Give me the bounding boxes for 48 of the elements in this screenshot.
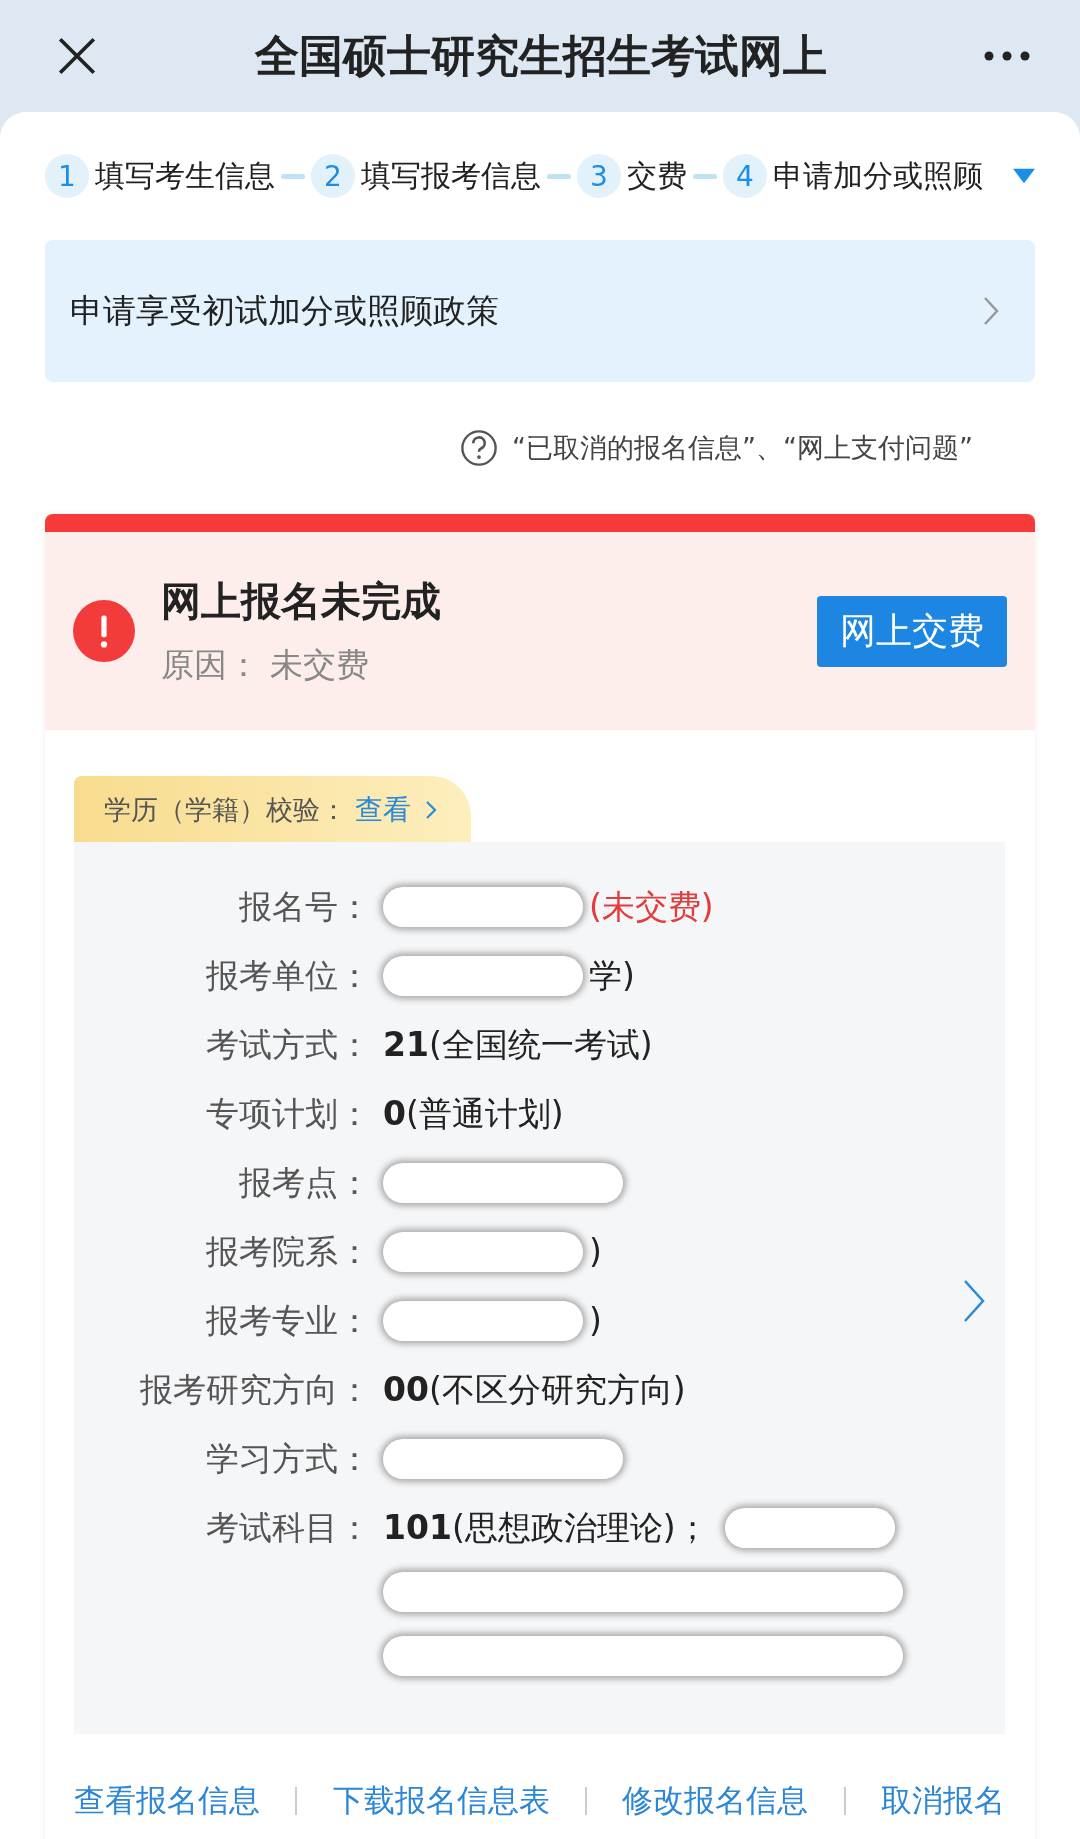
- step-connector: [281, 173, 305, 179]
- field-label: 报考点：: [238, 1162, 371, 1204]
- verification-label: 学历（学籍）校验：: [104, 793, 347, 827]
- step-label: 交费: [627, 156, 687, 195]
- step-label: 申请加分或照顾: [773, 156, 983, 195]
- field-value: 0(普通计划): [383, 1093, 564, 1135]
- step-number: 2: [311, 154, 355, 198]
- action-link[interactable]: 取消报名: [880, 1780, 1005, 1822]
- step-connector: [547, 173, 571, 179]
- action-link[interactable]: 修改报名信息: [622, 1780, 809, 1822]
- field-label: 报考院系：: [205, 1231, 371, 1273]
- chevron-right-icon[interactable]: [963, 1279, 985, 1323]
- field-label: 专项计划：: [205, 1093, 371, 1135]
- action-link[interactable]: 查看报名信息: [74, 1780, 260, 1822]
- field-value: 学): [589, 955, 635, 997]
- step-number: 3: [577, 154, 621, 198]
- field-label: 考试科目：: [205, 1507, 371, 1549]
- field-value: 101(思想政治理论)；: [383, 1507, 709, 1549]
- field-value: ): [589, 1231, 602, 1273]
- step-number: 1: [45, 154, 89, 198]
- step-label: 填写报考信息: [361, 156, 541, 195]
- help-icon[interactable]: [460, 429, 499, 467]
- field-label: 报考专业：: [205, 1300, 371, 1342]
- field-label: 学习方式：: [205, 1438, 371, 1480]
- step-number: 4: [723, 154, 767, 198]
- chevron-right-icon[interactable]: [425, 800, 437, 820]
- view-link[interactable]: 查看: [355, 791, 437, 829]
- page-title: 全国硕士研究生招生考试网上: [254, 28, 828, 83]
- step-label: 填写考生信息: [95, 156, 275, 195]
- warning-icon: [73, 600, 135, 662]
- help-link[interactable]: “已取消的报名信息”、“网上支付问题”: [512, 430, 973, 466]
- more-icon[interactable]: [984, 51, 1030, 61]
- field-label: 报考研究方向：: [139, 1369, 371, 1411]
- policy-banner[interactable]: 申请享受初试加分或照顾政策: [45, 240, 1035, 382]
- field-value: (未交费): [589, 886, 714, 928]
- field-value: 00(不区分研究方向): [383, 1369, 686, 1411]
- field-value: ): [589, 1300, 602, 1342]
- status-reason: 原因： 未交费: [161, 644, 371, 686]
- step-connector: [693, 173, 717, 179]
- field-label: 考试方式：: [205, 1024, 371, 1066]
- action-link[interactable]: 下载报名信息表: [332, 1780, 550, 1822]
- pay-button[interactable]: 网上交费: [817, 595, 1007, 667]
- field-value: 21(全国统一考试): [383, 1024, 653, 1066]
- field-label: 报考单位：: [205, 955, 371, 997]
- dropdown-icon[interactable]: [1013, 168, 1035, 184]
- close-icon[interactable]: [56, 35, 98, 77]
- status-title: 网上报名未完成: [161, 577, 442, 626]
- field-label: 报名号：: [238, 886, 371, 928]
